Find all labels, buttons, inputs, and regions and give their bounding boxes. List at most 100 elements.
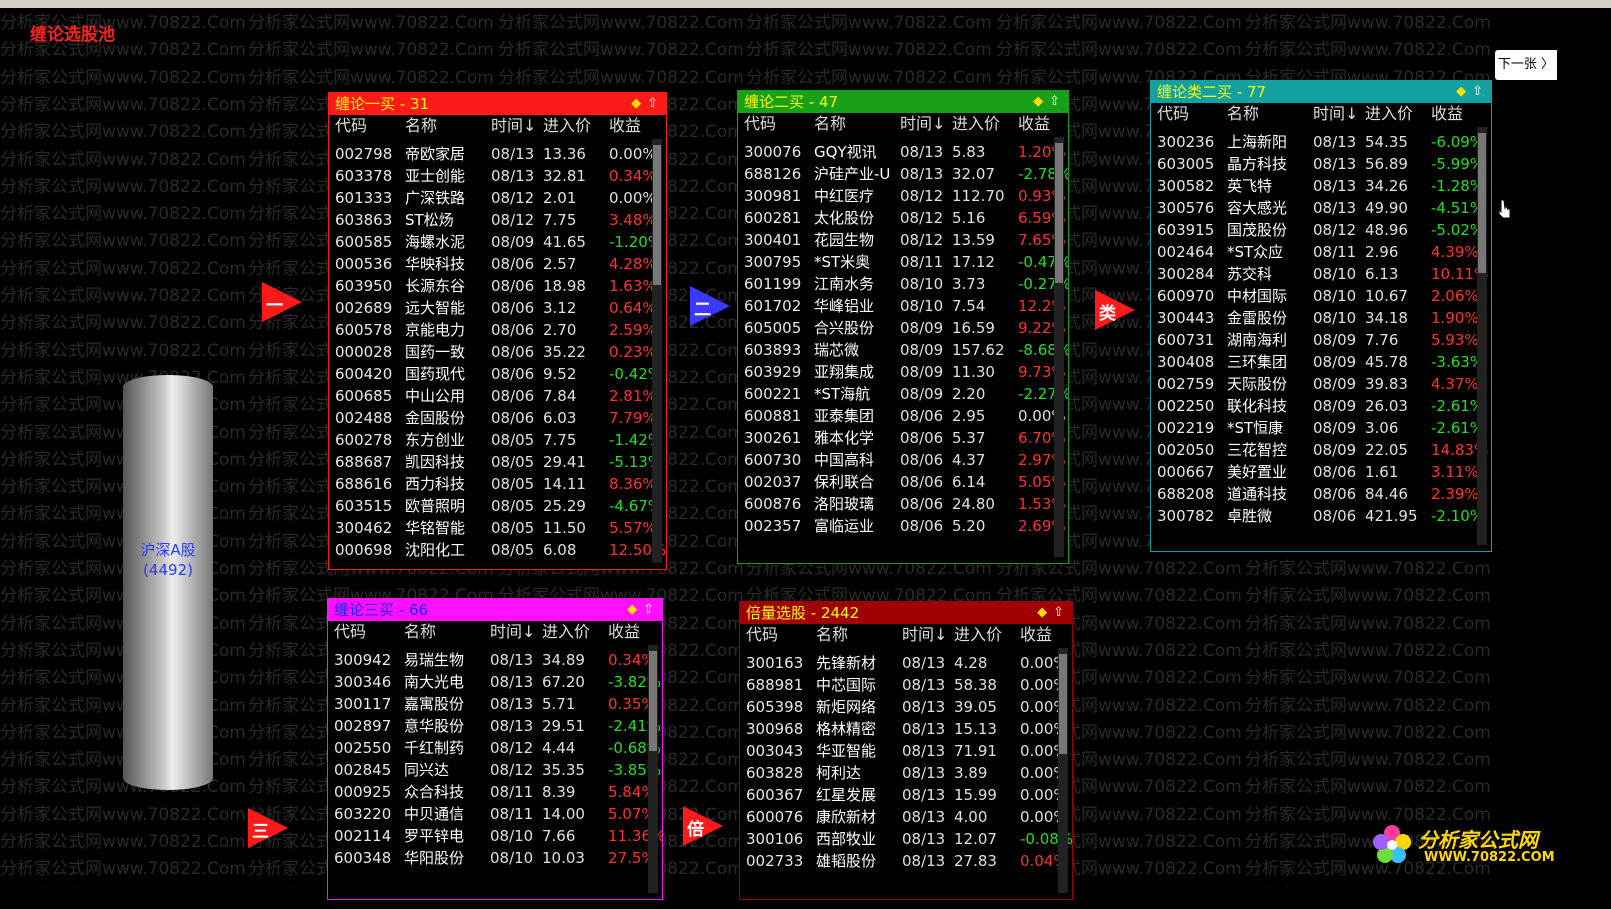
table-row[interactable]: 002798 帝欧家居 08/13 13.36 0.00% [329,143,666,165]
arrow-up-icon[interactable]: ⇧ [643,602,654,617]
arrow-up-icon[interactable]: ⇧ [647,96,658,111]
column-header-name[interactable]: 名称 [814,113,846,135]
table-row[interactable]: 603005 晶方科技 08/13 56.89 -5.99% [1151,153,1491,175]
table-row[interactable]: 000028 国药一致 08/06 35.22 0.23% [329,341,666,363]
table-row[interactable]: 300284 苏交科 08/10 6.13 10.11% [1151,263,1491,285]
diamond-icon[interactable]: ◆ [1033,94,1043,109]
column-header-time[interactable]: 时间↓ [490,621,535,643]
table-row[interactable]: 600221 *ST海航 08/09 2.20 -2.27% [738,383,1068,405]
market-cylinder-label[interactable]: 沪深A股 (4492) [118,540,218,580]
table-row[interactable]: 603828 柯利达 08/13 3.89 0.00% [740,762,1072,784]
table-row[interactable]: 603950 长源东谷 08/06 18.98 1.63% [329,275,666,297]
column-header-time[interactable]: 时间↓ [902,624,947,646]
table-row[interactable]: 002050 三花智控 08/09 22.05 14.83% [1151,439,1491,461]
scrollbar-thumb[interactable] [653,145,661,285]
table-row[interactable]: 002464 *ST众应 08/11 2.96 4.39% [1151,241,1491,263]
table-row[interactable]: 300582 英飞特 08/13 34.26 -1.28% [1151,175,1491,197]
table-row[interactable]: 688616 西力科技 08/05 14.11 8.36% [329,473,666,495]
column-header-gain[interactable]: 收益 [1018,113,1050,135]
column-header-gain[interactable]: 收益 [609,115,641,137]
table-row[interactable]: 000667 美好置业 08/06 1.61 3.11% [1151,461,1491,483]
column-header-name[interactable]: 名称 [1227,103,1259,125]
table-row[interactable]: 603893 瑞芯微 08/09 157.62 -8.68% [738,339,1068,361]
table-row[interactable]: 601702 华峰铝业 08/10 7.54 12.2% [738,295,1068,317]
scrollbar-thumb[interactable] [649,651,657,751]
table-row[interactable]: 600731 湖南海利 08/09 7.76 5.93% [1151,329,1491,351]
table-row[interactable]: 600348 华阳股份 08/10 10.03 27.5% [328,847,662,869]
scrollbar-thumb[interactable] [1055,143,1063,283]
table-row[interactable]: 600876 洛阳玻璃 08/06 24.80 1.53% [738,493,1068,515]
table-row[interactable]: 002357 富临运业 08/06 5.20 2.69% [738,515,1068,537]
table-row[interactable]: 600585 海螺水泥 08/09 41.65 -1.20% [329,231,666,253]
column-header-gain[interactable]: 收益 [1020,624,1052,646]
column-header-code[interactable]: 代码 [744,113,776,135]
table-row[interactable]: 000925 众合科技 08/11 8.39 5.84% [328,781,662,803]
arrow-3[interactable]: 三 [248,808,288,848]
table-row[interactable]: 300163 先锋新材 08/13 4.28 0.00% [740,652,1072,674]
column-header-price[interactable]: 进入价 [1365,103,1413,125]
table-row[interactable]: 600420 国药现代 08/06 9.52 -0.42% [329,363,666,385]
table-row[interactable]: 002037 保利联合 08/06 6.14 5.05% [738,471,1068,493]
diamond-icon[interactable]: ◆ [631,96,641,111]
table-row[interactable]: 600881 亚泰集团 08/06 2.95 0.00% [738,405,1068,427]
scrollbar[interactable] [1058,648,1068,893]
table-row[interactable]: 002114 罗平锌电 08/10 7.66 11.36% [328,825,662,847]
column-header-name[interactable]: 名称 [816,624,848,646]
table-row[interactable]: 688208 道通科技 08/06 84.46 2.39% [1151,483,1491,505]
panel-header[interactable]: 缠论二买 - 47 ◆ ⇧ [738,91,1068,113]
table-row[interactable]: 600578 京能电力 08/06 2.70 2.59% [329,319,666,341]
panel-header[interactable]: 缠论三买 - 66 ◆ ⇧ [328,599,662,621]
table-row[interactable]: 600278 东方创业 08/05 7.75 -1.42% [329,429,666,451]
table-row[interactable]: 002550 千红制药 08/12 4.44 -0.68% [328,737,662,759]
column-header-price[interactable]: 进入价 [954,624,1002,646]
table-row[interactable]: 300408 三环集团 08/09 45.78 -3.63% [1151,351,1491,373]
column-header-code[interactable]: 代码 [1157,103,1189,125]
table-row[interactable]: 300981 中红医疗 08/12 112.70 0.93% [738,185,1068,207]
diamond-icon[interactable]: ◆ [627,602,637,617]
panel-header[interactable]: 缠论类二买 - 77 ◆ ⇧ [1151,81,1491,103]
column-header-time[interactable]: 时间↓ [1313,103,1358,125]
table-row[interactable]: 603220 中贝通信 08/11 14.00 5.07% [328,803,662,825]
table-row[interactable]: 601199 江南水务 08/10 3.73 -0.27% [738,273,1068,295]
scrollbar-thumb[interactable] [1478,133,1486,273]
column-header-name[interactable]: 名称 [404,621,436,643]
scrollbar-thumb[interactable] [1059,654,1067,754]
column-header-code[interactable]: 代码 [334,621,366,643]
arrow-lei[interactable]: 类 [1095,290,1135,330]
table-row[interactable]: 002689 远大智能 08/06 3.12 0.64% [329,297,666,319]
column-header-gain[interactable]: 收益 [1431,103,1463,125]
table-row[interactable]: 600685 中山公用 08/06 7.84 2.81% [329,385,666,407]
next-page-button[interactable]: 下一张 〉 [1495,50,1557,80]
table-row[interactable]: 601333 广深铁路 08/12 2.01 0.00% [329,187,666,209]
scrollbar[interactable] [1054,137,1064,557]
table-row[interactable]: 603915 国茂股份 08/12 48.96 -5.02% [1151,219,1491,241]
table-row[interactable]: 605005 合兴股份 08/09 16.59 9.22% [738,317,1068,339]
column-header-price[interactable]: 进入价 [543,115,591,137]
table-row[interactable]: 600730 中国高科 08/06 4.37 2.97% [738,449,1068,471]
diamond-icon[interactable]: ◆ [1456,84,1466,99]
table-row[interactable]: 688687 凯因科技 08/05 29.41 -5.13% [329,451,666,473]
table-row[interactable]: 000698 沈阳化工 08/05 6.08 12.50% [329,539,666,561]
table-row[interactable]: 300443 金雷股份 08/10 34.18 1.90% [1151,307,1491,329]
scrollbar[interactable] [1477,127,1487,545]
table-row[interactable]: 002219 *ST恒康 08/09 3.06 -2.61% [1151,417,1491,439]
table-row[interactable]: 300795 *ST米奥 08/11 17.12 -0.47% [738,251,1068,273]
table-row[interactable]: 603929 亚翔集成 08/09 11.30 9.73% [738,361,1068,383]
table-row[interactable]: 002733 雄韬股份 08/13 27.83 0.04% [740,850,1072,872]
table-row[interactable]: 600281 太化股份 08/12 5.16 6.59% [738,207,1068,229]
column-header-gain[interactable]: 收益 [608,621,640,643]
table-row[interactable]: 300236 上海新阳 08/13 54.35 -6.09% [1151,131,1491,153]
table-row[interactable]: 002897 意华股份 08/13 29.51 -2.41% [328,715,662,737]
scrollbar[interactable] [648,645,658,893]
table-row[interactable]: 600367 红星发展 08/13 15.99 0.00% [740,784,1072,806]
table-row[interactable]: 002250 联化科技 08/09 26.03 -2.61% [1151,395,1491,417]
table-row[interactable]: 300462 华铭智能 08/05 11.50 5.57% [329,517,666,539]
arrow-up-icon[interactable]: ⇧ [1049,94,1060,109]
table-row[interactable]: 300346 南大光电 08/13 67.20 -3.82% [328,671,662,693]
table-row[interactable]: 300076 GQY视讯 08/13 5.83 1.20% [738,141,1068,163]
table-row[interactable]: 688126 沪硅产业-U 08/13 32.07 -2.78% [738,163,1068,185]
table-row[interactable]: 300942 易瑞生物 08/13 34.89 0.34% [328,649,662,671]
table-row[interactable]: 300968 格林精密 08/13 15.13 0.00% [740,718,1072,740]
table-row[interactable]: 603515 欧普照明 08/05 25.29 -4.67% [329,495,666,517]
table-row[interactable]: 300401 花园生物 08/12 13.59 7.65% [738,229,1068,251]
